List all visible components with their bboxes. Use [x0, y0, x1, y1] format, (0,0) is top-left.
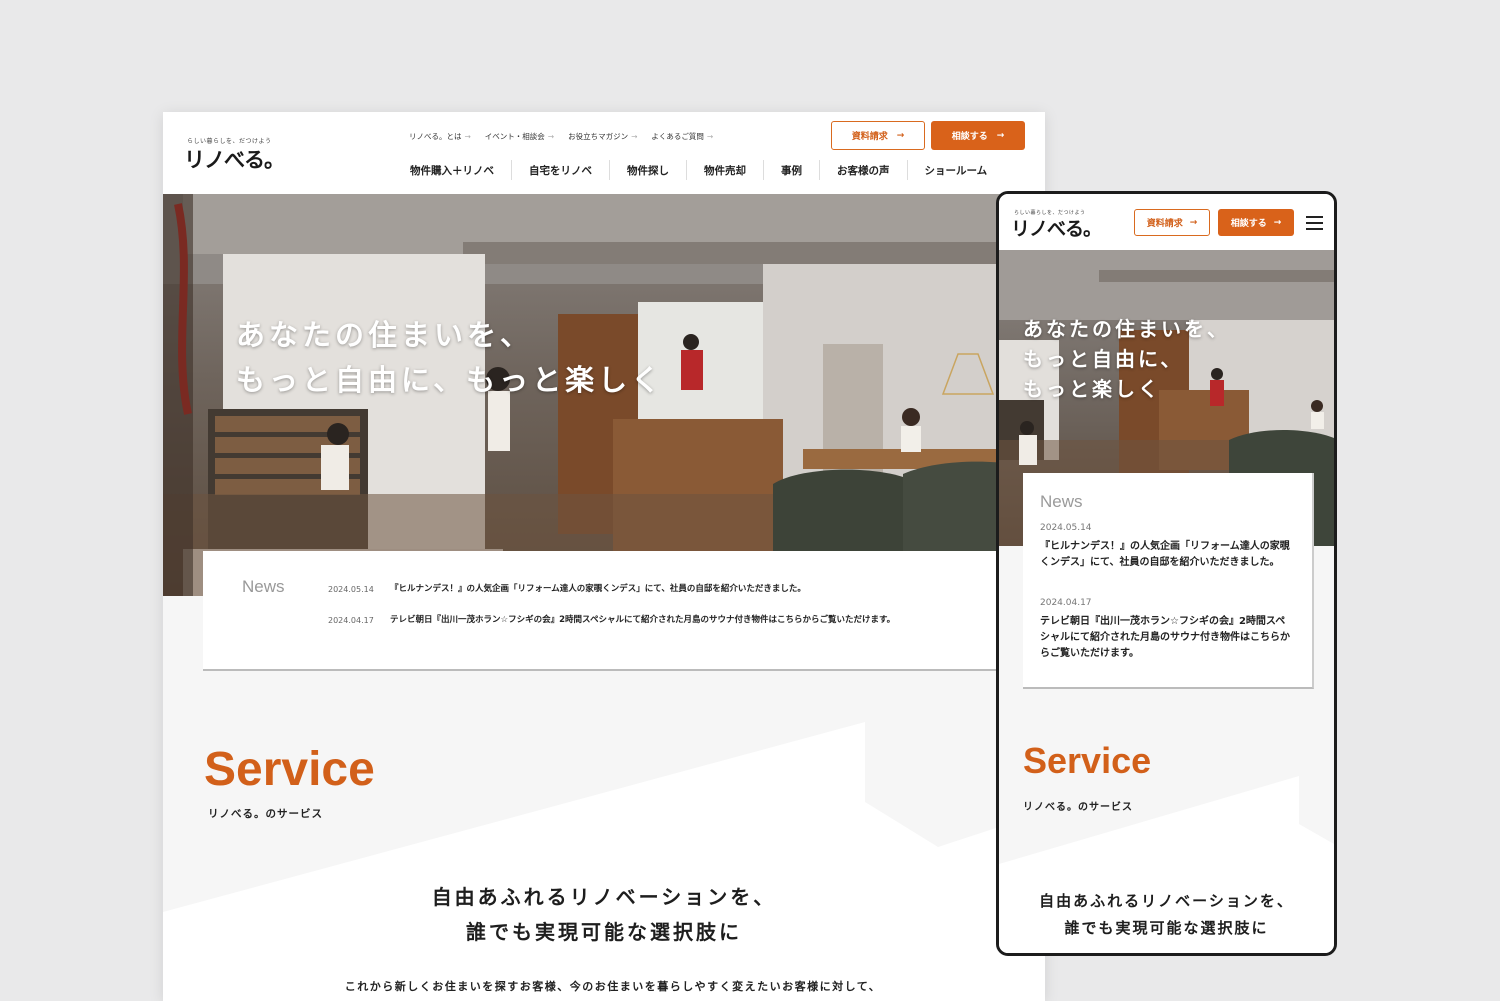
mobile-consult-button[interactable]: 相談する → — [1218, 209, 1294, 236]
arrow-right-icon: → — [706, 132, 714, 141]
utility-nav: リノべる。とは → イベント・相談会 → お役立ちマガジン → よくあるご質問 → — [409, 131, 713, 142]
hero-headline-line2: もっと自由に、もっと楽しく — [236, 363, 665, 397]
nav-item-cases[interactable]: 事例 — [763, 160, 819, 180]
news-text: テレビ朝日『出川一茂ホラン☆フシギの会』2時間スペシャルにて紹介された月島のサウ… — [390, 615, 896, 625]
main-nav: 物件購入＋リノベ 自宅をリノベ 物件探し 物件売却 事例 お客様の声 ショールー… — [393, 158, 1004, 182]
nav-item-property-search[interactable]: 物件探し — [609, 160, 686, 180]
desktop-mockup: らしい暮らしを、だつけよう リノべる。 リノべる。とは → イベント・相談会 → お… — [163, 112, 1045, 1001]
service-lead-line1: 自由あふれるリノベーションを、 — [431, 885, 777, 909]
mobile-header: らしい暮らしを、だつけよう リノべる。 資料請求 → 相談する → — [999, 194, 1334, 250]
hero-image: あなたの住まいを、 もっと自由に、もっと楽しく — [163, 194, 1045, 596]
news-panel: News 2024.05.14 『ヒルナンデス！』の人気企画「リフォーム達人の家… — [203, 551, 998, 671]
news-text: 『ヒルナンデス！』の人気企画「リフォーム達人の家覗くンデス」にて、社員の自邸を紹… — [390, 584, 806, 594]
mobile-service-lead: 自由あふれるリノベーションを、 誰でも実現可能な選択肢に — [1011, 888, 1322, 942]
mobile-request-brochure-button[interactable]: 資料請求 → — [1134, 209, 1210, 236]
utility-nav-faq[interactable]: よくあるご質問 → — [651, 131, 713, 142]
nav-item-renovate-home[interactable]: 自宅をリノベ — [511, 160, 609, 180]
news-heading: News — [1040, 492, 1083, 511]
nav-item-showroom[interactable]: ショールーム — [906, 160, 1005, 180]
logo-wordmark: リノべる。 — [184, 148, 285, 172]
consult-button[interactable]: 相談する → — [931, 121, 1025, 150]
site-header: らしい暮らしを、だつけよう リノべる。 リノべる。とは → イベント・相談会 → お… — [163, 112, 1045, 194]
request-brochure-button[interactable]: 資料請求 → — [831, 121, 925, 150]
mobile-service-title: Service — [1023, 740, 1152, 781]
news-date: 2024.05.14 — [1040, 523, 1092, 533]
news-text: 『ヒルナンデス！』の人気企画「リフォーム達人の家覗くンデス」にて、社員の自邸を紹… — [1040, 541, 1290, 568]
mobile-hero-line1: あなたの住まいを、 — [1023, 317, 1230, 341]
arrow-right-icon: → — [996, 130, 1005, 141]
news-date: 2024.05.14 — [328, 585, 374, 594]
utility-nav-events[interactable]: イベント・相談会 → — [485, 131, 554, 142]
nav-item-property-sale[interactable]: 物件売却 — [686, 160, 763, 180]
news-text: テレビ朝日『出川一茂ホラン☆フシギの会』2時間スペシャルにて紹介された月島のサウ… — [1040, 616, 1290, 659]
service-lead: 自由あふれるリノベーションを、 誰でも実現可能な選択肢に — [354, 880, 854, 950]
mobile-service-lead-line2: 誰でも実現可能な選択肢に — [1064, 919, 1269, 937]
news-date: 2024.04.17 — [328, 616, 374, 625]
mobile-mockup: らしい暮らしを、だつけよう リノべる。 資料請求 → 相談する → あなたの住ま… — [996, 191, 1337, 956]
hamburger-menu-icon[interactable] — [1306, 216, 1323, 230]
nav-item-buy-renovate[interactable]: 物件購入＋リノベ — [393, 160, 511, 180]
logo-wordmark: リノべる。 — [1011, 218, 1102, 240]
nav-item-testimonials[interactable]: お客様の声 — [819, 160, 907, 180]
arrow-right-icon: → — [1273, 217, 1282, 228]
arrow-right-icon: → — [464, 132, 471, 141]
service-title: Service — [204, 743, 375, 796]
mobile-hero-line3: もっと楽しく — [1023, 377, 1161, 401]
service-lead-line2: 誰でも実現可能な選択肢に — [466, 920, 742, 944]
arrow-right-icon: → — [547, 132, 555, 141]
mobile-service-subtitle: リノべる。のサービス — [1023, 802, 1133, 813]
mobile-news-panel: News 2024.05.14 『ヒルナンデス！』の人気企画「リフォーム達人の家… — [1023, 473, 1314, 689]
utility-nav-magazine[interactable]: お役立ちマガジン → — [568, 131, 637, 142]
news-heading: News — [242, 577, 285, 596]
utility-nav-about[interactable]: リノべる。とは → — [409, 131, 471, 142]
arrow-right-icon: → — [896, 130, 905, 141]
arrow-right-icon: → — [631, 132, 638, 141]
service-body: これから新しくお住まいを探すお客様、今のお住まいを暮らしやすく変えたいお客様に対… — [344, 980, 882, 993]
service-subtitle: リノべる。のサービス — [208, 808, 323, 820]
hero-headline-line1: あなたの住まいを、 — [236, 318, 534, 352]
news-date: 2024.04.17 — [1040, 598, 1092, 608]
mobile-hero-line2: もっと自由に、 — [1023, 347, 1184, 371]
mobile-service-lead-line1: 自由あふれるリノベーションを、 — [1039, 892, 1294, 910]
mobile-hero-headline: あなたの住まいを、 もっと自由に、 もっと楽しく — [1023, 314, 1230, 404]
arrow-right-icon: → — [1189, 217, 1198, 228]
